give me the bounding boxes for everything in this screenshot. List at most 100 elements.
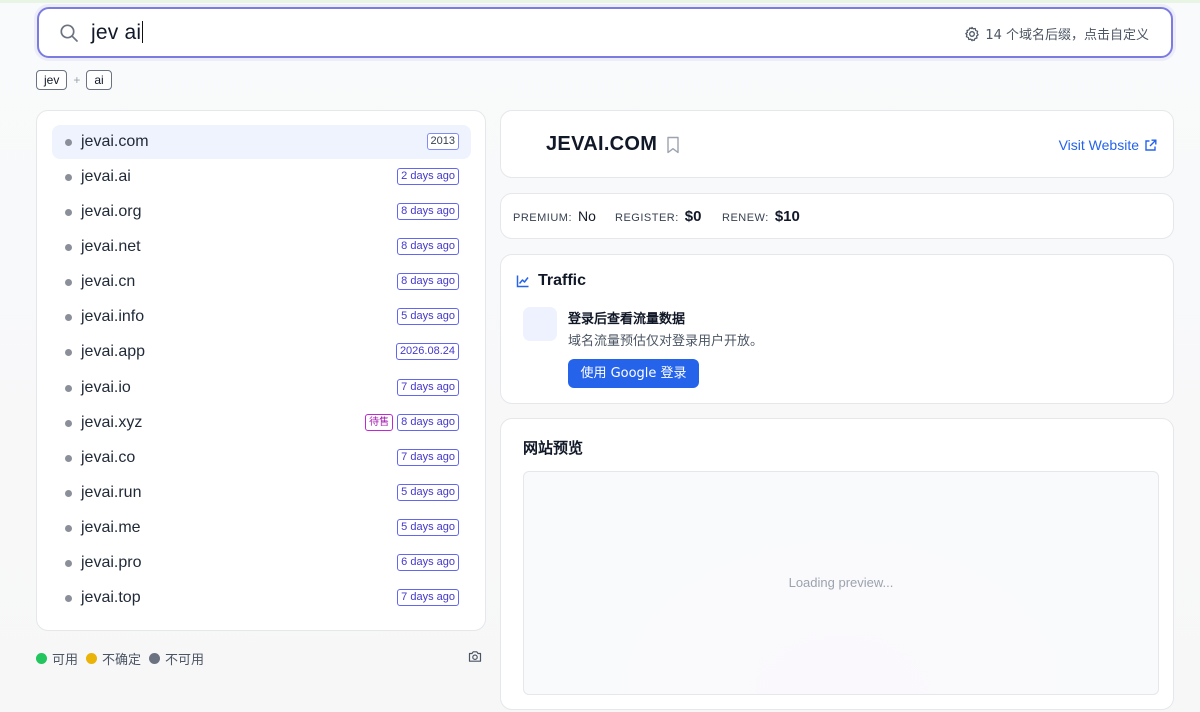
date-badge: 8 days ago (397, 203, 459, 221)
status-dot (65, 139, 72, 146)
domain-row[interactable]: jevai.cn 8 days ago (52, 265, 471, 299)
traffic-card: Traffic 登录后查看流量数据 域名流量预估仅对登录用户开放。 使用 Goo… (500, 254, 1174, 404)
domain-tags: 8 days ago (397, 203, 459, 221)
visit-website-link[interactable]: Visit Website (1059, 137, 1157, 153)
domain-row[interactable]: jevai.co 7 days ago (52, 441, 471, 475)
keyword-chip[interactable]: ai (86, 70, 112, 90)
website-preview-card: 网站预览 Loading preview... (500, 418, 1174, 710)
domain-tags: 8 days ago (397, 273, 459, 291)
legend-dot (149, 653, 161, 664)
status-dot (65, 595, 72, 603)
status-dot (65, 419, 72, 427)
domain-row[interactable]: jevai.app 2026.08.24 (52, 335, 471, 369)
legend-item: 不确定 (86, 649, 141, 668)
renew-label: RENEW: (722, 212, 769, 224)
date-badge: 8 days ago (397, 273, 459, 291)
domain-row[interactable]: jevai.org 8 days ago (52, 195, 471, 229)
date-badge: 8 days ago (397, 238, 459, 256)
status-dot (65, 314, 72, 322)
keyword-chip[interactable]: jev (36, 70, 68, 90)
domain-tags: 2026.08.24 (395, 343, 459, 361)
date-badge: 5 days ago (397, 308, 459, 326)
domain-row[interactable]: jevai.ai 2 days ago (52, 160, 471, 194)
status-dot (65, 349, 72, 357)
preview-loading-text: Loading preview... (788, 575, 894, 590)
domain-row[interactable]: jevai.run 5 days ago (52, 476, 471, 510)
domain-row[interactable]: jevai.top 7 days ago (52, 581, 471, 615)
domain-row[interactable]: jevai.xyz 待售 8 days ago (52, 406, 471, 440)
domain-tags: 2 days ago (397, 168, 459, 186)
date-badge: 2026.08.24 (395, 343, 459, 361)
legend-dot (36, 653, 47, 664)
legend-label: 不确定 (102, 653, 142, 668)
for-sale-badge: 待售 (365, 413, 394, 431)
legend-label: 可用 (52, 653, 79, 668)
traffic-login-title: 登录后查看流量数据 (568, 312, 686, 327)
domain-name: jevai.top (81, 589, 141, 607)
domain-name: jevai.com (81, 133, 149, 150)
traffic-placeholder-icon (523, 307, 557, 341)
legend-label: 不可用 (165, 653, 205, 668)
domain-name: jevai.ai (81, 168, 131, 186)
premium-value: No (578, 208, 596, 224)
date-badge: 2 days ago (397, 168, 459, 186)
renew-field: RENEW: $10 (722, 208, 800, 225)
date-badge: 2013 (426, 133, 459, 150)
legend-item: 不可用 (149, 649, 204, 668)
domain-detail-card: JEVAI.COM Visit Website (500, 110, 1174, 178)
date-badge: 7 days ago (397, 448, 459, 466)
gear-icon (965, 26, 980, 41)
pricing-card: PREMIUM: No REGISTER: $0 RENEW: $10 (500, 193, 1174, 239)
google-login-button[interactable]: 使用 Google 登录 (568, 359, 699, 388)
suffix-settings-button[interactable]: 14 个域名后缀，点击自定义 (964, 24, 1149, 43)
chart-line-icon (516, 275, 529, 288)
domain-list: jevai.com 2013 jevai.ai 2 days ago jevai.org… (36, 110, 486, 631)
search-icon (60, 24, 78, 42)
status-dot (65, 244, 72, 252)
domain-tags: 7 days ago (397, 448, 459, 466)
domain-row[interactable]: jevai.me 5 days ago (52, 511, 471, 545)
domain-name: jevai.net (81, 238, 141, 256)
domain-tags: 5 days ago (397, 483, 459, 501)
status-dot (65, 559, 72, 567)
premium-label: PREMIUM: (513, 212, 572, 224)
legend-item: 可用 (36, 649, 78, 668)
domain-name: jevai.xyz (81, 413, 143, 431)
domain-tags: 5 days ago (397, 518, 459, 536)
external-link-icon (1145, 139, 1157, 151)
legend-dot (86, 653, 98, 664)
domain-row[interactable]: jevai.com 2013 (52, 125, 471, 159)
domain-row[interactable]: jevai.io 7 days ago (52, 371, 471, 405)
text-caret (142, 21, 144, 43)
top-strip (0, 0, 1200, 3)
domain-tags: 7 days ago (397, 378, 459, 396)
status-legend: 可用 不确定 不可用 (36, 649, 206, 668)
domain-search-bar[interactable]: jev ai 14 个域名后缀，点击自定义 (37, 7, 1173, 58)
domain-row[interactable]: jevai.net 8 days ago (52, 230, 471, 264)
keyword-chips: jev + ai (36, 70, 112, 90)
status-dot (65, 209, 72, 217)
search-input[interactable]: jev ai (91, 21, 144, 45)
status-dot (65, 279, 72, 287)
status-dot (65, 454, 72, 462)
date-badge: 8 days ago (397, 413, 459, 431)
date-badge: 7 days ago (397, 589, 459, 607)
domain-row[interactable]: jevai.pro 6 days ago (52, 546, 471, 580)
bookmark-icon[interactable] (666, 136, 680, 154)
traffic-header: Traffic (516, 272, 586, 290)
date-badge: 5 days ago (397, 483, 459, 501)
domain-tags: 待售 8 days ago (365, 413, 459, 431)
preview-frame: Loading preview... (523, 471, 1159, 695)
domain-row[interactable]: jevai.info 5 days ago (52, 300, 471, 334)
domain-name: jevai.app (81, 343, 146, 361)
camera-icon[interactable] (468, 650, 482, 663)
date-badge: 6 days ago (397, 553, 459, 571)
traffic-title: Traffic (538, 272, 587, 289)
domain-name: jevai.info (81, 308, 145, 326)
domain-title: JEVAI.COM (546, 133, 658, 155)
traffic-login-description: 域名流量预估仅对登录用户开放。 (568, 334, 764, 349)
register-price: $0 (684, 208, 702, 225)
visit-website-label: Visit Website (1058, 137, 1139, 153)
domain-tags: 8 days ago (397, 238, 459, 256)
domain-name: jevai.cn (81, 273, 136, 291)
